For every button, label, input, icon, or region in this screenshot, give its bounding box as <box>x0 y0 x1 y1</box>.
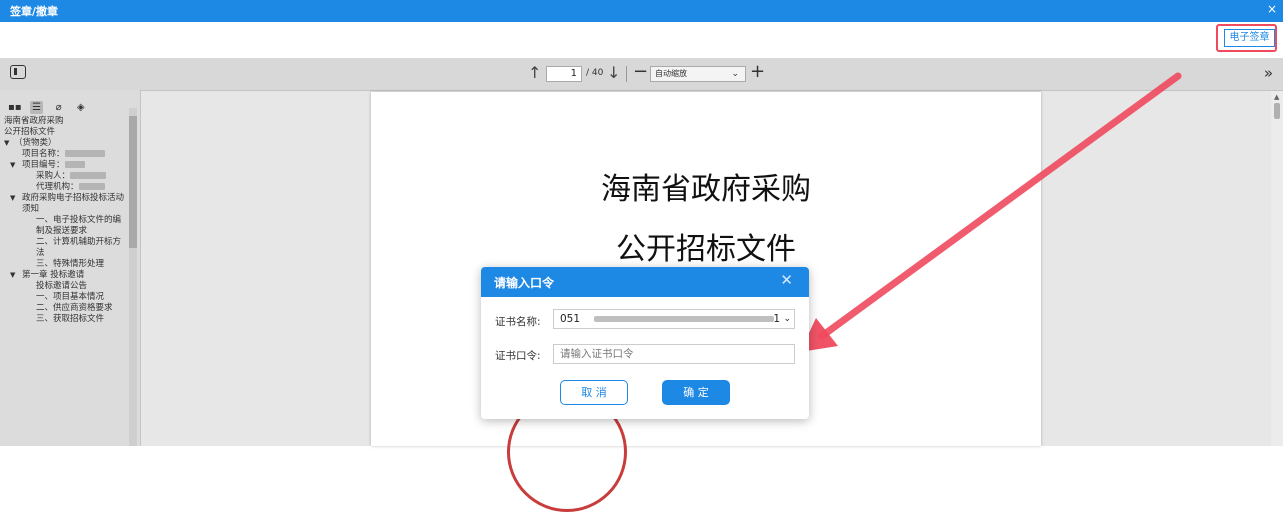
layers-icon[interactable]: ◈ <box>74 101 87 114</box>
cert-name-label: 证书名称: <box>495 316 541 328</box>
sidebar-scrollbar[interactable] <box>129 108 137 446</box>
outline-item[interactable]: 二、供应商资格要求 <box>0 303 128 314</box>
outline-item[interactable]: ▼ 项目编号： <box>0 160 128 171</box>
outline-item[interactable]: 公开招标文件 <box>0 127 128 138</box>
outline-item-label: （货物类） <box>14 138 57 148</box>
redacted-text <box>594 316 774 322</box>
toolbar-divider <box>626 66 627 82</box>
dialog-title: 请输入口令 <box>494 276 555 290</box>
action-bar <box>0 22 1283 58</box>
outline-item[interactable]: 项目名称： <box>0 149 128 160</box>
outline-item-label: 代理机构： <box>36 182 79 192</box>
sidebar-view-tabs: ▪▪ ☰ ⌀ ◈ <box>8 95 91 114</box>
redacted-text <box>70 172 107 179</box>
outline-item[interactable]: 投标邀请公告 <box>0 281 128 292</box>
more-tools-icon[interactable]: » <box>1264 64 1273 82</box>
redacted-text <box>64 161 85 168</box>
outline-item[interactable]: 代理机构： <box>0 182 128 193</box>
page-number-input[interactable]: 1 <box>546 66 582 82</box>
outline-item[interactable]: ▼ 第一章 投标邀请 <box>0 270 128 281</box>
outline-item-label: 海南省政府采购 <box>4 116 64 126</box>
window-close-icon[interactable]: × <box>1267 2 1277 16</box>
window-title: 签章/撤章 <box>10 5 59 18</box>
outline-item-label: 项目名称： <box>22 149 65 159</box>
outline-item[interactable]: 采购人： <box>0 171 128 182</box>
outline-item-label: 二、供应商资格要求 <box>36 303 113 313</box>
zoom-select[interactable]: 自动缩放 ⌄ <box>650 66 746 82</box>
outline-item-label: 采购人： <box>36 171 71 181</box>
outline-item-label: 第一章 投标邀请 <box>22 270 85 280</box>
outline-item[interactable]: 三、特殊情形处理 <box>0 259 128 270</box>
expand-arrow-icon[interactable]: ▼ <box>10 193 15 204</box>
outline-item[interactable]: 一、电子投标文件的编制及报送要求 <box>0 215 128 237</box>
next-page-icon[interactable]: ↓ <box>607 63 620 82</box>
viewer-scrollbar[interactable]: ▲ <box>1271 91 1283 446</box>
outline-item-label: 公开招标文件 <box>4 127 56 137</box>
window-titlebar: 签章/撤章 × <box>0 0 1283 22</box>
previous-page-icon[interactable]: ↑ <box>528 63 541 82</box>
document-title-line-2: 公开招标文件 <box>616 232 796 267</box>
e-sign-button[interactable]: 电子签章 <box>1224 29 1275 47</box>
dialog-header: 请输入口令 ✕ <box>481 267 809 297</box>
outline-item-label: 投标邀请公告 <box>36 281 88 291</box>
cert-name-value-end: 1 <box>773 313 780 325</box>
zoom-select-value: 自动缩放 <box>655 69 687 78</box>
outline-item-label: 三、获取招标文件 <box>36 314 105 324</box>
cert-name-value-start: 051 <box>560 313 581 325</box>
pdf-toolbar: ↑ 1 / 40 ↓ − 自动缩放 ⌄ + » <box>0 58 1283 91</box>
sidebar-scrollbar-thumb[interactable] <box>129 116 137 248</box>
outline-item[interactable]: 一、项目基本情况 <box>0 292 128 303</box>
outline-item[interactable]: 二、计算机辅助开标方法 <box>0 237 128 259</box>
expand-arrow-icon[interactable]: ▼ <box>10 160 15 171</box>
zoom-out-icon[interactable]: − <box>633 61 648 82</box>
outline-item-label: 三、特殊情形处理 <box>36 259 105 269</box>
confirm-button[interactable]: 确 定 <box>662 380 730 405</box>
chevron-down-icon: ⌄ <box>731 69 739 79</box>
outline-item-label: 政府采购电子招标投标活动须知 <box>22 193 125 214</box>
outline-item-label: 项目编号： <box>22 160 65 170</box>
password-dialog: 请输入口令 ✕ 证书名称: 051 1 ⌄ 证书口令: 取 消 确 定 <box>481 267 809 419</box>
cancel-button[interactable]: 取 消 <box>560 380 628 405</box>
zoom-in-icon[interactable]: + <box>750 61 765 82</box>
sidebar-toggle-icon[interactable] <box>10 65 26 79</box>
outline-item-label: 一、项目基本情况 <box>36 292 105 302</box>
document-title-line-1: 海南省政府采购 <box>601 172 811 207</box>
page-total: / 40 <box>586 68 604 78</box>
outline-item-label: 二、计算机辅助开标方法 <box>36 237 122 258</box>
outline-icon[interactable]: ☰ <box>30 101 44 114</box>
expand-arrow-icon[interactable]: ▼ <box>10 270 15 281</box>
outline-item[interactable]: ▼ （货物类） <box>0 138 128 149</box>
outline-item[interactable]: 三、获取招标文件 <box>0 314 128 325</box>
attachments-icon[interactable]: ⌀ <box>52 101 65 114</box>
redacted-text <box>78 183 105 190</box>
scroll-up-icon[interactable]: ▲ <box>1274 93 1279 101</box>
outline-item-label: 一、电子投标文件的编制及报送要求 <box>36 215 122 236</box>
expand-arrow-icon[interactable]: ▼ <box>4 138 9 149</box>
chevron-down-icon: ⌄ <box>783 314 791 324</box>
cert-name-select[interactable]: 051 1 ⌄ <box>553 309 795 329</box>
outline-item[interactable]: 海南省政府采购 <box>0 116 128 127</box>
password-label: 证书口令: <box>495 350 541 362</box>
password-input[interactable] <box>553 344 795 364</box>
dialog-close-icon[interactable]: ✕ <box>780 271 793 289</box>
thumbnails-icon[interactable]: ▪▪ <box>8 101 22 114</box>
document-outline: 海南省政府采购 公开招标文件 ▼ （货物类） 项目名称： ▼ 项目编号： 采购人： 代理机构： ▼… <box>0 116 128 325</box>
viewer-scrollbar-thumb[interactable] <box>1274 103 1280 119</box>
redacted-text <box>64 150 105 157</box>
outline-item[interactable]: ▼ 政府采购电子招标投标活动须知 <box>0 193 128 215</box>
pdf-sidebar: ▪▪ ☰ ⌀ ◈ 海南省政府采购 公开招标文件 ▼ （货物类） 项目名称： ▼ 项目编号：采… <box>0 90 141 446</box>
